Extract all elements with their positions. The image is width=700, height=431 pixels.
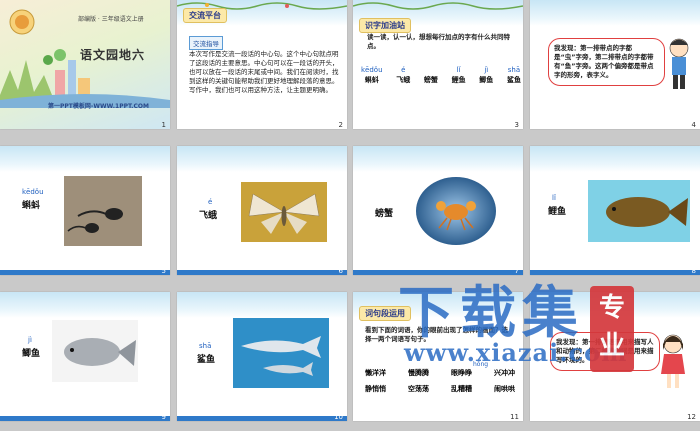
shark-photo [233,318,329,388]
word: 鲨鱼 [197,355,216,365]
word: 螃蟹 [423,76,438,84]
slide-number: 9 [161,413,166,421]
header-band [353,146,523,172]
word-item: é 飞蛾 [396,66,410,85]
pinyin: shā [507,66,521,74]
phrase-row-1: 懒洋洋 慢腾腾 眼睁睁 兴冲冲 [365,368,515,378]
subtitle: 部编版 · 三年级语文上册 [78,16,144,23]
word: 鲫鱼 [22,349,41,359]
word-list: kēdǒu 蝌蚪 é 飞蛾 螃蟹 lǐ 鲤鱼 jì 鲫鱼 shā 鲨鱼 [361,66,521,85]
watermark-badge: 专业 [590,286,634,372]
slide-number: 6 [338,267,343,275]
slide-2-thumbnail[interactable]: 交流平台 交流指导 本次写作是交流一段话的中心句。这个中心句就点明了这段话的主要… [177,0,347,129]
word-item: shā 鲨鱼 [507,66,521,85]
word: 鲫鱼 [479,76,494,84]
slide-number: 12 [687,413,696,421]
header-band [177,292,347,318]
slide-10-thumbnail[interactable]: shā 鲨鱼 10 [177,292,347,421]
body-text: 本次写作是交流一段话的中心句。这个中心句就点明了这段话的主要意思。中心句可以在一… [189,50,339,94]
subsection-tag: 交流指导 [189,36,223,50]
crucian-carp-photo [52,320,138,382]
slide-number: 5 [161,267,166,275]
word-item: kēdǒu 蝌蚪 [361,66,383,85]
slide-1-thumbnail[interactable]: 部编版 · 三年级语文上册 语文园地六 第一PPT模板网-WWW.1PPT.CO… [0,0,170,129]
phrase: 眼睁睁 [451,369,472,377]
slide-9-thumbnail[interactable]: jì 鲫鱼 9 [0,292,170,421]
crab-photo [416,177,496,245]
phrase: 空荡荡 [408,385,429,393]
slide-number: 11 [510,413,519,421]
pinyin: kēdǒu [22,188,44,196]
word: 螃蟹 [375,209,394,219]
girl-cartoon-icon [661,334,685,388]
carp-photo [588,180,690,242]
tadpole-photo [64,176,142,246]
section-tag: 识字加油站 [359,18,411,33]
phrase: 懒洋洋 [365,369,386,377]
slide-6-thumbnail[interactable]: é 飞蛾 6 [177,146,347,275]
header-band [530,0,700,26]
slide-number: 4 [691,121,696,129]
vine-decoration [353,2,523,10]
header-band [0,146,170,172]
phrase: 乱糟糟 [451,385,472,393]
header-band [530,146,700,172]
watermark-title: 下载集 [398,280,584,346]
header-band [0,292,170,318]
pinyin: é [401,66,406,74]
pinyin: jì [484,66,489,74]
boy-cartoon-icon [669,38,689,89]
slide-3-thumbnail[interactable]: 识字加油站 读一读，认一认，想想每行加点的字有什么共同特点。 kēdǒu 蝌蚪 é… [353,0,523,129]
slide-number: 3 [514,121,519,129]
instruction-text: 读一读，认一认，想想每行加点的字有什么共同特点。 [367,33,510,50]
pinyin: shā [199,342,212,350]
phrase: 兴冲冲 [494,369,515,377]
phrase: 闹哄哄 [494,385,515,393]
word: 飞蛾 [199,211,218,221]
word: 鲤鱼 [548,207,567,217]
word-item: 螃蟹 [424,66,438,85]
pinyin: kēdǒu [361,66,383,74]
slide-number: 1 [161,121,166,129]
word: 蝌蚪 [22,201,41,211]
slide-number: 10 [334,413,343,421]
slide-4-thumbnail[interactable]: 我发现：第一排带点的字都是“虫”字旁，第二排带点的字都带有“鱼”字旁。这两个偏旁… [530,0,700,129]
section-tag: 交流平台 [183,8,227,23]
phrase: 慢腾腾 [408,369,429,377]
phrase: 静悄悄 [365,385,386,393]
word: 飞蛾 [396,76,411,84]
word: 鲤鱼 [451,76,466,84]
pinyin: é [208,198,213,206]
bottom-bar [177,416,347,421]
bottom-bar [177,270,347,275]
footer-text: 第一PPT模板网-WWW.1PPT.COM [48,103,149,110]
slide-number: 2 [338,121,343,129]
slide-7-thumbnail[interactable]: 螃蟹 7 [353,146,523,275]
slide-5-thumbnail[interactable]: kēdǒu 蝌蚪 5 [0,146,170,275]
slide-number: 8 [691,267,696,275]
moth-photo [241,182,327,242]
slide-8-thumbnail[interactable]: lǐ 鲤鱼 8 [530,146,700,275]
word-item: lǐ 鲤鱼 [452,66,466,85]
word: 鲨鱼 [506,76,521,84]
page-title: 语文园地六 [80,48,146,62]
word-item: jì 鲫鱼 [479,66,493,85]
bottom-bar [0,416,170,421]
speech-bubble: 我发现：第一排带点的字都是“虫”字旁，第二排带点的字都带有“鱼”字旁。这两个偏旁… [548,38,665,86]
phrase-row-2: 静悄悄 空荡荡 乱糟糟 闹哄哄 [365,384,515,394]
pinyin: lǐ [456,66,461,74]
watermark-badge-text: 专业 [598,293,625,361]
pinyin: jì [28,336,32,344]
pinyin: lǐ [552,194,556,202]
header-band [177,146,347,172]
pinyin [424,66,438,75]
word: 蝌蚪 [364,76,379,84]
bottom-bar [0,270,170,275]
